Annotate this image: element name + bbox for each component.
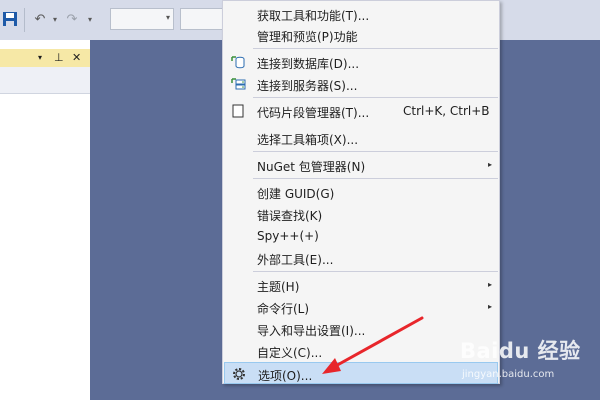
menu-item-label: 连接到数据库(D)... [257, 57, 360, 71]
menu-item-import-export[interactable]: 导入和导出设置(I)... [224, 318, 498, 340]
menu-separator [253, 178, 498, 179]
menu-item-label: 选择工具箱项(X)... [257, 133, 359, 147]
watermark-url: jingyan.baidu.com [462, 369, 555, 380]
menu-item-connect-database[interactable]: 连接到数据库(D)... [224, 51, 498, 73]
menu-item-connect-server[interactable]: 连接到服务器(S)... [224, 73, 498, 95]
tool-window-toolbar [0, 67, 90, 94]
menu-item-label: 连接到服务器(S)... [257, 79, 358, 93]
menu-item-code-snippets[interactable]: 代码片段管理器(T)... Ctrl+K, Ctrl+B [224, 100, 498, 122]
menu-item-label: 外部工具(E)... [257, 253, 334, 267]
gear-icon [231, 366, 247, 382]
save-icon[interactable] [2, 10, 18, 28]
undo-dropdown-icon[interactable]: ▾ [50, 9, 60, 29]
menu-separator [253, 151, 498, 152]
server-connect-icon [230, 76, 246, 92]
menu-item-label: NuGet 包管理器(N) [257, 160, 366, 174]
tool-window-header: ▾ ⊥ ✕ [0, 49, 90, 67]
menu-item-external-tools[interactable]: 外部工具(E)... [224, 247, 498, 269]
tools-menu: 获取工具和功能(T)... 管理和预览(P)功能 连接到数据库(D)... 连接… [222, 0, 500, 384]
menu-item-shortcut: Ctrl+K, Ctrl+B [403, 104, 490, 118]
menu-item-theme[interactable]: 主题(H) ▸ [224, 274, 498, 296]
window-position-dropdown-icon[interactable]: ▾ [38, 50, 42, 66]
menu-item-error-lookup[interactable]: 错误查找(K) [224, 203, 498, 225]
menu-item-spy[interactable]: Spy++(+) [224, 225, 498, 247]
menu-item-command-line[interactable]: 命令行(L) ▸ [224, 296, 498, 318]
menu-item-label: 获取工具和功能(T)... [257, 9, 370, 23]
menu-item-create-guid[interactable]: 创建 GUID(G) [224, 181, 498, 203]
undo-icon[interactable]: ↶ [32, 9, 48, 29]
menu-separator [253, 48, 498, 49]
configuration-combo[interactable]: ▾ [110, 8, 174, 30]
chevron-down-icon: ▾ [165, 13, 170, 22]
menu-item-nuget[interactable]: NuGet 包管理器(N) ▸ [224, 154, 498, 176]
menu-separator [253, 271, 498, 272]
redo-icon[interactable]: ↷ [64, 9, 80, 29]
menu-separator [253, 97, 498, 98]
menu-item-customize[interactable]: 自定义(C)... [224, 340, 498, 362]
menu-item-label: 创建 GUID(G) [257, 187, 335, 201]
menu-item-label: 导入和导出设置(I)... [257, 324, 366, 338]
submenu-arrow-icon: ▸ [488, 280, 493, 289]
menu-item-label: 管理和预览(P)功能 [257, 30, 358, 44]
close-icon[interactable]: ✕ [72, 50, 81, 66]
menu-item-manage-preview[interactable]: 管理和预览(P)功能 [224, 24, 498, 46]
submenu-arrow-icon: ▸ [488, 302, 493, 311]
menu-item-label: 选项(O)... [258, 369, 313, 383]
menu-item-label: 错误查找(K) [257, 209, 323, 223]
menu-item-label: 主题(H) [257, 280, 300, 294]
menu-item-label: 自定义(C)... [257, 346, 323, 360]
menu-item-choose-toolbox[interactable]: 选择工具箱项(X)... [224, 127, 498, 149]
menu-item-label: Spy++(+) [257, 229, 319, 243]
watermark: Baidu 经验 jingyan.baidu.com [460, 335, 598, 395]
toolbar-separator [24, 8, 25, 32]
menu-item-label: 命令行(L) [257, 302, 310, 316]
menu-item-get-tools[interactable]: 获取工具和功能(T)... [224, 3, 498, 25]
menu-item-label: 代码片段管理器(T)... [257, 106, 370, 120]
redo-dropdown-icon[interactable]: ▾ [84, 9, 96, 29]
tool-window: ▾ ⊥ ✕ [0, 40, 90, 400]
submenu-arrow-icon: ▸ [488, 160, 493, 169]
database-connect-icon [230, 54, 246, 70]
pin-icon[interactable]: ⊥ [54, 50, 64, 66]
code-snippet-icon [230, 103, 246, 119]
ide-window: ↶ ▾ ↷ ▾ ▾ ▾ ⊥ ✕ 获取工具和功能(T)... 管理和预览(P)功能 [0, 0, 600, 400]
menu-item-options[interactable]: 选项(O)... [224, 362, 498, 384]
watermark-logo: Baidu 经验 [460, 339, 581, 363]
